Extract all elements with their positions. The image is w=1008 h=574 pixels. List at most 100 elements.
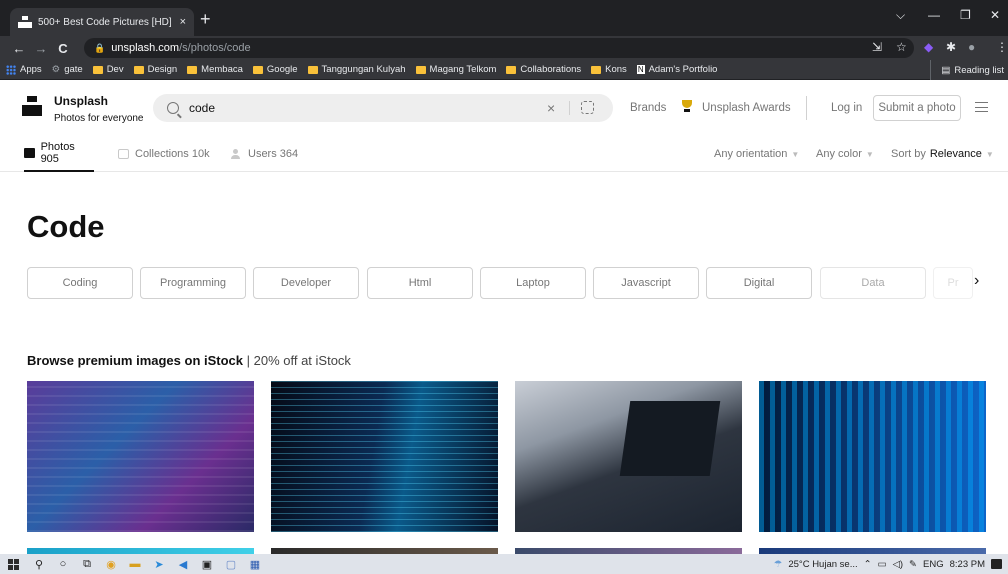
weather-text[interactable]: 25°C Hujan se... xyxy=(788,559,857,570)
network-icon[interactable]: ▭ xyxy=(878,559,887,570)
folder-icon xyxy=(133,65,144,74)
app-icon[interactable]: ▣ xyxy=(195,558,219,571)
weather-icon: ☂ xyxy=(773,558,783,570)
tab-users[interactable]: Users 364 xyxy=(231,136,298,172)
bookmark-gate[interactable]: ⚙ gate xyxy=(52,64,83,75)
bookmark-portfolio[interactable]: N Adam's Portfolio xyxy=(636,64,717,75)
chrome-icon[interactable]: ◉ xyxy=(99,558,123,571)
chip-html[interactable]: Html xyxy=(367,267,473,299)
reload-button[interactable]: C xyxy=(52,41,74,56)
pen-icon[interactable]: ✎ xyxy=(909,559,917,570)
submit-photo-button[interactable]: Submit a photo xyxy=(873,95,961,121)
bookmark-tanggungan[interactable]: Tanggungan Kulyah xyxy=(307,64,406,75)
awards-link[interactable]: Unsplash Awards xyxy=(702,102,791,114)
istock-image-laptop-typing[interactable] xyxy=(515,381,742,532)
vscode-icon[interactable]: ◀ xyxy=(171,558,195,571)
brands-link[interactable]: Brands xyxy=(630,102,666,114)
windows-start-icon[interactable] xyxy=(8,558,19,570)
file-explorer-icon[interactable]: ▬ xyxy=(123,558,147,570)
clear-search-icon[interactable]: × xyxy=(547,100,555,116)
url-domain: unsplash.com xyxy=(111,42,180,54)
task-view-icon[interactable]: ⧉ xyxy=(75,558,99,571)
tray-expand-icon[interactable]: ⌃ xyxy=(864,559,872,570)
orientation-dropdown[interactable]: Any orientation ▼ xyxy=(714,136,799,172)
new-tab-button[interactable]: + xyxy=(200,10,211,28)
bookmarks-bar: Apps ⚙ gate Dev Design Membaca Google Tan… xyxy=(0,60,1008,80)
reading-list-button[interactable]: ▤ Reading list xyxy=(930,60,1008,80)
forward-button[interactable]: → xyxy=(30,41,52,56)
folder-icon xyxy=(252,65,263,74)
word-icon[interactable]: ▦ xyxy=(243,558,267,571)
site-header: Unsplash Photos for everyone code × Bran… xyxy=(0,80,1008,136)
browser-tab[interactable]: 500+ Best Code Pictures [HD] | D × xyxy=(10,8,194,36)
back-button[interactable]: ← xyxy=(8,41,30,56)
bookmark-google[interactable]: Google xyxy=(252,64,298,75)
chip-coding[interactable]: Coding xyxy=(27,267,133,299)
maximize-button[interactable]: ❐ xyxy=(960,8,971,22)
lang-indicator[interactable]: ENG xyxy=(923,559,944,570)
reading-list-icon: ▤ xyxy=(941,64,951,76)
minimize-button[interactable]: — xyxy=(928,8,940,22)
url-field[interactable]: 🔒 unsplash.com /s/photos/code xyxy=(84,38,914,58)
system-tray: ☂ 25°C Hujan se... ⌃ ▭ ◁) ✎ ENG 8:23 PM xyxy=(774,554,1002,574)
lock-icon: 🔒 xyxy=(94,42,106,53)
tab-title: 500+ Best Code Pictures [HD] | D xyxy=(38,16,174,28)
notification-icon[interactable] xyxy=(991,559,1002,569)
search-icon[interactable]: ⚲ xyxy=(27,558,51,571)
visual-search-icon[interactable] xyxy=(581,101,594,114)
tab-collections[interactable]: Collections 10k xyxy=(118,136,210,172)
chip-javascript[interactable]: Javascript xyxy=(593,267,699,299)
cortana-icon[interactable]: ○ xyxy=(51,558,75,570)
chip-developer[interactable]: Developer xyxy=(253,267,359,299)
extension-icon[interactable]: ◆ xyxy=(924,40,933,54)
bookmark-membaca[interactable]: Membaca xyxy=(187,64,243,75)
gate-icon: ⚙ xyxy=(51,64,61,75)
bookmark-collaborations[interactable]: Collaborations xyxy=(506,64,581,75)
browser-menu-icon[interactable]: ⋮ xyxy=(996,40,1008,54)
photo-icon xyxy=(24,148,35,158)
install-icon[interactable]: ⇲ xyxy=(872,40,882,54)
extensions-puzzle-icon[interactable]: ✱ xyxy=(946,40,956,54)
bookmark-star-icon[interactable]: ☆ xyxy=(896,40,907,54)
chip-partial[interactable]: Pr xyxy=(933,267,973,299)
folder-icon xyxy=(506,65,517,74)
tab-search-icon[interactable]: ⌵ xyxy=(896,8,905,23)
chip-digital[interactable]: Digital xyxy=(706,267,812,299)
istock-image-html-code[interactable] xyxy=(27,381,254,532)
brand-name: Unsplash xyxy=(54,94,109,108)
address-bar-row: ← → C 🔒 unsplash.com /s/photos/code ⇲ ☆ … xyxy=(0,36,1008,60)
chevron-down-icon: ▼ xyxy=(865,149,874,159)
telegram-icon[interactable]: ➤ xyxy=(147,558,171,571)
brand-tagline: Photos for everyone xyxy=(54,113,144,124)
chip-programming[interactable]: Programming xyxy=(140,267,246,299)
tab-photos[interactable]: Photos 905 xyxy=(24,136,94,172)
chip-laptop[interactable]: Laptop xyxy=(480,267,586,299)
sort-dropdown[interactable]: Sort by Relevance ▼ xyxy=(891,136,994,172)
bookmark-kons[interactable]: Kons xyxy=(591,64,627,75)
volume-icon[interactable]: ◁) xyxy=(893,559,903,570)
login-link[interactable]: Log in xyxy=(831,102,862,114)
istock-heading[interactable]: Browse premium images on iStock | 20% of… xyxy=(27,353,351,368)
bookmark-dev[interactable]: Dev xyxy=(92,64,124,75)
tab-close-icon[interactable]: × xyxy=(180,16,186,28)
chevron-down-icon: ▼ xyxy=(985,149,994,159)
menu-icon[interactable] xyxy=(975,102,988,112)
folder-icon xyxy=(92,65,103,74)
close-window-button[interactable]: ✕ xyxy=(990,8,1000,22)
profile-icon[interactable]: ● xyxy=(968,40,975,54)
bookmark-magang[interactable]: Magang Telkom xyxy=(415,64,496,75)
bookmark-apps[interactable]: Apps xyxy=(6,64,42,75)
istock-image-code-screen[interactable] xyxy=(271,381,498,532)
clock[interactable]: 8:23 PM xyxy=(950,559,985,570)
search-input[interactable]: code × xyxy=(153,94,613,122)
color-dropdown[interactable]: Any color ▼ xyxy=(816,136,874,172)
folder-icon xyxy=(591,65,602,74)
brand[interactable]: Unsplash Photos for everyone xyxy=(54,94,144,126)
unsplash-logo-icon[interactable] xyxy=(22,96,42,116)
bookmark-design[interactable]: Design xyxy=(133,64,177,75)
chip-data[interactable]: Data xyxy=(820,267,926,299)
header-divider xyxy=(806,96,807,120)
app-icon[interactable]: ▢ xyxy=(219,558,243,571)
chips-next-icon[interactable]: › xyxy=(974,272,979,290)
istock-image-binary[interactable] xyxy=(759,381,986,532)
